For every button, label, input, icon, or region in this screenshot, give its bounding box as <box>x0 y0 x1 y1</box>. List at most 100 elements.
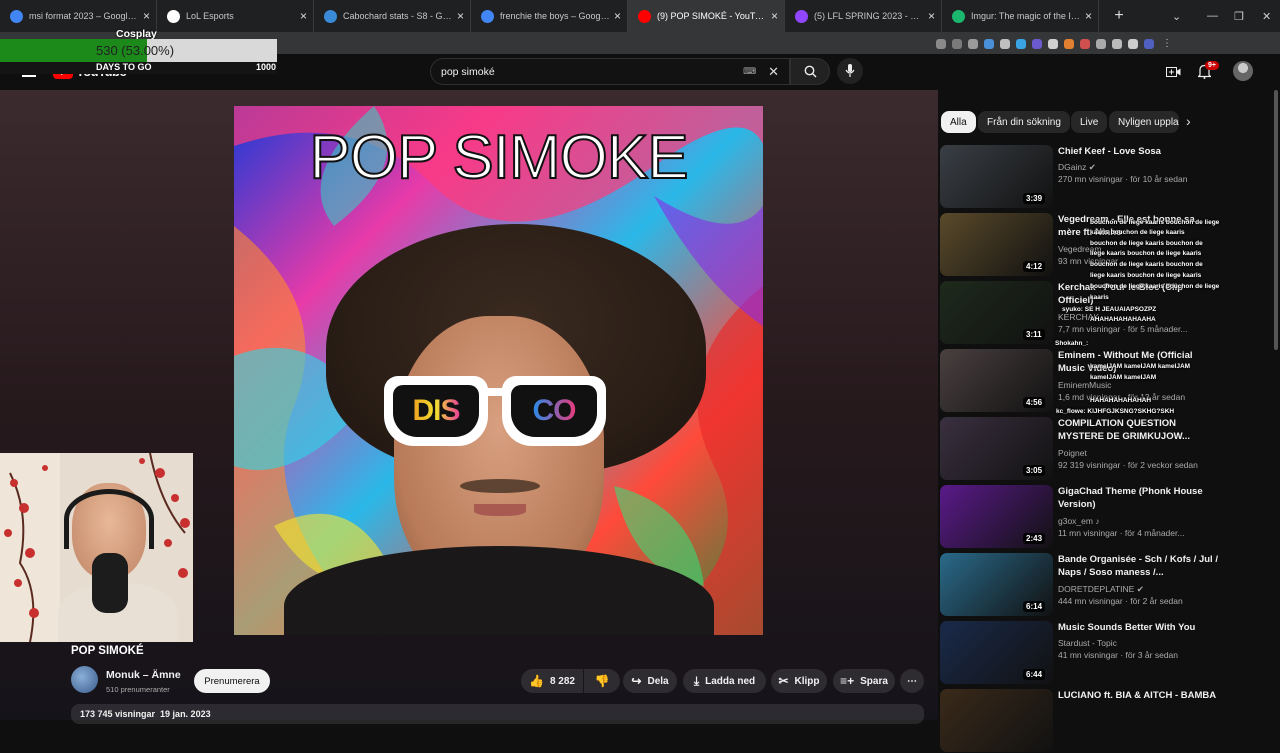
sidebar-icon[interactable] <box>1128 38 1138 49</box>
tab-label: Imgur: The magic of the Interne <box>971 11 1081 21</box>
recommended-video-title[interactable]: Music Sounds Better With You <box>1058 621 1218 634</box>
minimize-button[interactable]: — <box>1207 0 1218 32</box>
browser-tab[interactable]: LoL Esports × <box>157 0 314 32</box>
browser-tab-bar: msi format 2023 – Google Sök × LoL Esports… <box>0 0 1280 32</box>
search-button[interactable] <box>790 58 830 85</box>
close-tab-icon[interactable]: × <box>771 9 778 23</box>
browser-tab[interactable]: (9) POP SIMOKÉ - YouTube × <box>628 0 785 32</box>
like-button[interactable]: 👍 8 282 <box>521 669 583 693</box>
extension-icon[interactable] <box>984 38 994 49</box>
chip-all[interactable]: Alla <box>941 111 976 133</box>
chat-message: liege kaaris bouchon de liege kaaris <box>1090 250 1202 257</box>
close-window-button[interactable]: ✕ <box>1262 0 1271 32</box>
recommended-video[interactable]: 2:43 GigaChad Theme (Phonk House Version)… <box>940 485 1225 549</box>
dislike-button[interactable]: 👎 <box>584 669 620 693</box>
channel-avatar[interactable] <box>71 666 98 693</box>
extension-icon[interactable] <box>1000 38 1010 49</box>
browser-tab[interactable]: (5) LFL SPRING 2023 - W7D1 - T × <box>785 0 942 32</box>
extension-icon[interactable] <box>1080 38 1090 49</box>
recommended-video[interactable]: LUCIANO ft. BIA & AITCH - BAMBA <box>940 689 1225 753</box>
voice-search-button[interactable] <box>837 58 863 84</box>
description-box[interactable]: 173 745 visningar 19 jan. 2023 <box>71 704 924 724</box>
reading-list-icon[interactable] <box>1112 38 1122 49</box>
menu-dots-icon[interactable]: ⋮ <box>1162 38 1172 49</box>
share-arrow-icon: ↪ <box>631 674 642 688</box>
channel-name[interactable]: Monuk – Ämne <box>106 669 181 681</box>
save-button[interactable]: ≡+ Spara <box>833 669 895 693</box>
keyboard-icon[interactable]: ⌨ <box>743 66 756 77</box>
share-button[interactable]: ↪ Dela <box>623 669 677 693</box>
download-icon: ⤓ <box>693 673 700 688</box>
recommended-channel[interactable]: DGainz ✔ <box>1058 162 1096 173</box>
tab-search-icon[interactable]: ⌄ <box>1172 0 1181 32</box>
recommended-video-title[interactable]: GigaChad Theme (Phonk House Version) <box>1058 485 1218 511</box>
browser-tab[interactable]: frenchie the boys – Google Sök × <box>471 0 628 32</box>
recommended-meta: 7,7 mn visningar · för 5 månader... <box>1058 324 1188 334</box>
browser-tab[interactable]: Cabochard stats - S8 - Games o × <box>314 0 471 32</box>
close-tab-icon[interactable]: × <box>1085 9 1092 23</box>
chevron-right-icon[interactable]: › <box>1186 113 1191 129</box>
chip-live[interactable]: Live <box>1071 111 1108 133</box>
more-actions-button[interactable]: ⋯ <box>900 669 924 693</box>
extension-icon[interactable] <box>1048 38 1058 49</box>
maximize-button[interactable]: ❐ <box>1234 0 1244 32</box>
chat-message: bouchon de liege kaaris bouchon de <box>1090 261 1203 268</box>
puzzle-icon[interactable] <box>1096 38 1106 49</box>
close-tab-icon[interactable]: × <box>614 9 621 23</box>
share-label: Dela <box>647 675 669 687</box>
new-tab-button[interactable]: + <box>1109 7 1129 25</box>
recommended-video[interactable]: 4:56 Eminem - Without Me (Official Music … <box>940 349 1225 413</box>
headphones-icon <box>64 489 154 549</box>
streamer-webcam <box>0 453 193 642</box>
browser-tab[interactable]: Imgur: The magic of the Interne × <box>942 0 1099 32</box>
recommended-video-title[interactable]: COMPILATION QUESTION MYSTERE DE GRIMKUJO… <box>1058 417 1218 443</box>
goal-progress-text: 530 (53.00%) <box>96 43 175 58</box>
search-box[interactable]: pop simoké ⌨ ✕ <box>430 58 790 85</box>
account-avatar[interactable] <box>1233 61 1253 81</box>
close-tab-icon[interactable]: × <box>928 9 935 23</box>
duration-badge: 3:39 <box>1023 193 1046 204</box>
extension-icon[interactable] <box>1016 38 1026 49</box>
recommended-video-title[interactable]: Bande Organisée - Sch / Kofs / Jul / Nap… <box>1058 553 1218 579</box>
close-tab-icon[interactable]: × <box>143 9 150 23</box>
subscribe-button[interactable]: Prenumerera <box>194 669 270 693</box>
install-app-icon[interactable] <box>936 38 946 49</box>
recommended-channel[interactable]: Stardust - Topic <box>1058 638 1117 648</box>
recommended-video[interactable]: 6:44 Music Sounds Better With You Stardust… <box>940 621 1225 685</box>
duration-badge: 2:43 <box>1023 533 1046 544</box>
recommended-channel[interactable]: g3ox_em ♪ <box>1058 516 1100 526</box>
video-frame[interactable]: POP SIMOKE DIS CO <box>234 106 763 635</box>
share-icon[interactable] <box>952 38 962 49</box>
more-dots-icon: ⋯ <box>907 675 917 687</box>
recommended-channel[interactable]: Poignet <box>1058 448 1087 458</box>
clip-button[interactable]: ✂ Klipp <box>771 669 827 693</box>
close-tab-icon[interactable]: × <box>457 9 464 23</box>
tab-label: Cabochard stats - S8 - Games o <box>343 11 453 21</box>
thumbs-down-icon: 👎 <box>594 674 610 688</box>
close-tab-icon[interactable]: × <box>300 9 307 23</box>
video-thumbnail[interactable] <box>940 689 1053 752</box>
tab-label: msi format 2023 – Google Sök <box>29 11 139 21</box>
search-input[interactable]: pop simoké <box>441 66 743 78</box>
chip-from-search[interactable]: Från din sökning <box>978 111 1070 133</box>
chip-recently-uploaded[interactable]: Nyligen uppla <box>1109 111 1179 133</box>
tab-favicon-icon <box>324 9 337 23</box>
microphone-icon <box>845 64 855 77</box>
create-video-icon[interactable] <box>1166 65 1181 83</box>
recommended-video-title[interactable]: LUCIANO ft. BIA & AITCH - BAMBA <box>1058 689 1218 702</box>
bookmark-star-icon[interactable] <box>968 38 978 49</box>
profile-icon[interactable] <box>1144 38 1154 49</box>
clear-search-icon[interactable]: ✕ <box>768 64 779 80</box>
recommended-video[interactable]: 3:39 Chief Keef - Love Sosa DGainz ✔ 270 mn… <box>940 145 1225 209</box>
extension-icon[interactable] <box>1032 38 1042 49</box>
recommended-meta: 92 319 visningar · för 2 veckor sedan <box>1058 460 1198 470</box>
recommended-video[interactable]: 6:14 Bande Organisée - Sch / Kofs / Jul /… <box>940 553 1225 617</box>
extension-icon[interactable] <box>1064 38 1074 49</box>
goal-progress-track: 530 (53.00%) <box>0 39 277 62</box>
recommended-video[interactable]: 3:05 COMPILATION QUESTION MYSTERE DE GRIM… <box>940 417 1225 481</box>
recommended-video-title[interactable]: Chief Keef - Love Sosa <box>1058 145 1218 158</box>
download-button[interactable]: ⤓ Ladda ned <box>683 669 766 693</box>
scrollbar-thumb[interactable] <box>1274 90 1278 350</box>
page-scrollbar[interactable] <box>1272 90 1280 720</box>
recommended-channel[interactable]: DORETDEPLATINE ✔ <box>1058 584 1144 595</box>
